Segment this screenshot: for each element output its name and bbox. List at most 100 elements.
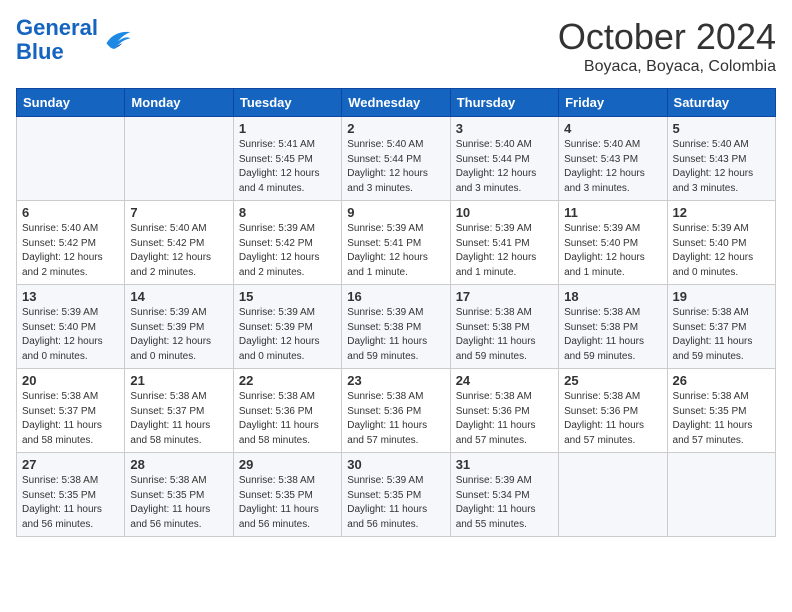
day-number: 12	[673, 205, 770, 220]
calendar-day-cell: 16Sunrise: 5:39 AM Sunset: 5:38 PM Dayli…	[342, 285, 450, 369]
calendar-day-cell: 1 Sunrise: 5:41 AM Sunset: 5:45 PM Daylig…	[233, 117, 341, 201]
calendar-day-cell: 20 Sunrise: 5:38 AM Sunset: 5:37 PM Dayli…	[17, 369, 125, 453]
calendar-day-cell: 12 Sunrise: 5:39 AM Sunset: 5:40 PM Dayli…	[667, 201, 775, 285]
day-detail: Sunrise: 5:38 AM Sunset: 5:35 PM Dayligh…	[239, 474, 336, 532]
day-number: 20	[22, 373, 119, 388]
day-detail: Sunrise: 5:39 AM Sunset: 5:40 PM Dayligh…	[673, 222, 770, 280]
calendar-day-cell: 24 Sunrise: 5:38 AM Sunset: 5:36 PM Dayli…	[450, 369, 558, 453]
day-detail: Sunrise: 5:39 AM Sunset: 5:41 PM Dayligh…	[456, 222, 553, 280]
calendar-day-cell: 11 Sunrise: 5:39 AM Sunset: 5:40 PM Dayli…	[559, 201, 667, 285]
calendar-day-cell	[17, 117, 125, 201]
calendar-day-cell: 4 Sunrise: 5:40 AM Sunset: 5:43 PM Daylig…	[559, 117, 667, 201]
weekday-header-cell: Thursday	[450, 89, 558, 117]
day-number: 15	[239, 289, 336, 304]
weekday-header-cell: Sunday	[17, 89, 125, 117]
day-number: 18	[564, 289, 661, 304]
day-detail: Sunrise: 5:38 AM Sunset: 5:36 PM Dayligh…	[239, 390, 336, 448]
calendar-body: 1 Sunrise: 5:41 AM Sunset: 5:45 PM Daylig…	[17, 117, 776, 537]
day-detail: Sunrise: 5:39 AM Sunset: 5:40 PM Dayligh…	[564, 222, 661, 280]
day-number: 5	[673, 121, 770, 136]
day-detail: Sunrise: 5:38 AM Sunset: 5:37 PM Dayligh…	[22, 390, 119, 448]
day-number: 1	[239, 121, 336, 136]
day-detail: Sunrise: 5:39 AM Sunset: 5:35 PM Dayligh…	[347, 474, 444, 532]
day-detail: Sunrise: 5:38 AM Sunset: 5:36 PM Dayligh…	[564, 390, 661, 448]
day-number: 13	[22, 289, 119, 304]
day-number: 11	[564, 205, 661, 220]
month-title: October 2024	[558, 16, 776, 58]
calendar-day-cell: 7 Sunrise: 5:40 AM Sunset: 5:42 PM Daylig…	[125, 201, 233, 285]
calendar-week-row: 13Sunrise: 5:39 AM Sunset: 5:40 PM Dayli…	[17, 285, 776, 369]
day-detail: Sunrise: 5:40 AM Sunset: 5:44 PM Dayligh…	[456, 138, 553, 196]
day-number: 2	[347, 121, 444, 136]
calendar-day-cell: 30 Sunrise: 5:39 AM Sunset: 5:35 PM Dayli…	[342, 453, 450, 537]
page-header: General Blue October 2024 Boyaca, Boyaca…	[16, 16, 776, 76]
calendar-day-cell	[667, 453, 775, 537]
title-block: October 2024 Boyaca, Boyaca, Colombia	[558, 16, 776, 76]
day-detail: Sunrise: 5:38 AM Sunset: 5:35 PM Dayligh…	[673, 390, 770, 448]
day-number: 30	[347, 457, 444, 472]
day-number: 27	[22, 457, 119, 472]
day-detail: Sunrise: 5:38 AM Sunset: 5:35 PM Dayligh…	[22, 474, 119, 532]
calendar-day-cell: 8Sunrise: 5:39 AM Sunset: 5:42 PM Daylig…	[233, 201, 341, 285]
day-detail: Sunrise: 5:40 AM Sunset: 5:42 PM Dayligh…	[130, 222, 227, 280]
day-detail: Sunrise: 5:38 AM Sunset: 5:35 PM Dayligh…	[130, 474, 227, 532]
day-number: 10	[456, 205, 553, 220]
day-number: 17	[456, 289, 553, 304]
calendar-day-cell: 21Sunrise: 5:38 AM Sunset: 5:37 PM Dayli…	[125, 369, 233, 453]
day-detail: Sunrise: 5:41 AM Sunset: 5:45 PM Dayligh…	[239, 138, 336, 196]
weekday-header-cell: Tuesday	[233, 89, 341, 117]
calendar-table: SundayMondayTuesdayWednesdayThursdayFrid…	[16, 88, 776, 537]
calendar-day-cell: 13Sunrise: 5:39 AM Sunset: 5:40 PM Dayli…	[17, 285, 125, 369]
calendar-week-row: 1 Sunrise: 5:41 AM Sunset: 5:45 PM Daylig…	[17, 117, 776, 201]
day-number: 6	[22, 205, 119, 220]
logo-bird-icon	[100, 26, 132, 54]
day-detail: Sunrise: 5:40 AM Sunset: 5:43 PM Dayligh…	[564, 138, 661, 196]
calendar-week-row: 27 Sunrise: 5:38 AM Sunset: 5:35 PM Dayli…	[17, 453, 776, 537]
calendar-day-cell: 6Sunrise: 5:40 AM Sunset: 5:42 PM Daylig…	[17, 201, 125, 285]
day-detail: Sunrise: 5:39 AM Sunset: 5:34 PM Dayligh…	[456, 474, 553, 532]
calendar-day-cell: 5Sunrise: 5:40 AM Sunset: 5:43 PM Daylig…	[667, 117, 775, 201]
calendar-day-cell: 17 Sunrise: 5:38 AM Sunset: 5:38 PM Dayli…	[450, 285, 558, 369]
location: Boyaca, Boyaca, Colombia	[558, 58, 776, 76]
day-detail: Sunrise: 5:38 AM Sunset: 5:36 PM Dayligh…	[456, 390, 553, 448]
calendar-day-cell: 14 Sunrise: 5:39 AM Sunset: 5:39 PM Dayli…	[125, 285, 233, 369]
calendar-day-cell: 10 Sunrise: 5:39 AM Sunset: 5:41 PM Dayli…	[450, 201, 558, 285]
day-number: 24	[456, 373, 553, 388]
calendar-day-cell: 25 Sunrise: 5:38 AM Sunset: 5:36 PM Dayli…	[559, 369, 667, 453]
day-detail: Sunrise: 5:39 AM Sunset: 5:39 PM Dayligh…	[130, 306, 227, 364]
day-detail: Sunrise: 5:38 AM Sunset: 5:38 PM Dayligh…	[564, 306, 661, 364]
day-number: 21	[130, 373, 227, 388]
day-detail: Sunrise: 5:39 AM Sunset: 5:38 PM Dayligh…	[347, 306, 444, 364]
calendar-day-cell: 15 Sunrise: 5:39 AM Sunset: 5:39 PM Dayli…	[233, 285, 341, 369]
day-number: 7	[130, 205, 227, 220]
calendar-week-row: 6 Sunrise: 5:40 AM Sunset: 5:42 PM Daylig…	[17, 201, 776, 285]
day-number: 3	[456, 121, 553, 136]
calendar-day-cell: 27 Sunrise: 5:38 AM Sunset: 5:35 PM Dayli…	[17, 453, 125, 537]
day-detail: Sunrise: 5:38 AM Sunset: 5:38 PM Dayligh…	[456, 306, 553, 364]
day-number: 14	[130, 289, 227, 304]
calendar-day-cell: 2 Sunrise: 5:40 AM Sunset: 5:44 PM Daylig…	[342, 117, 450, 201]
day-number: 25	[564, 373, 661, 388]
calendar-day-cell: 18 Sunrise: 5:38 AM Sunset: 5:38 PM Dayli…	[559, 285, 667, 369]
day-detail: Sunrise: 5:40 AM Sunset: 5:44 PM Dayligh…	[347, 138, 444, 196]
calendar-week-row: 20 Sunrise: 5:38 AM Sunset: 5:37 PM Dayli…	[17, 369, 776, 453]
day-number: 4	[564, 121, 661, 136]
calendar-day-cell: 3 Sunrise: 5:40 AM Sunset: 5:44 PM Daylig…	[450, 117, 558, 201]
day-number: 26	[673, 373, 770, 388]
weekday-header-cell: Monday	[125, 89, 233, 117]
calendar-day-cell: 28Sunrise: 5:38 AM Sunset: 5:35 PM Dayli…	[125, 453, 233, 537]
day-detail: Sunrise: 5:39 AM Sunset: 5:39 PM Dayligh…	[239, 306, 336, 364]
day-detail: Sunrise: 5:39 AM Sunset: 5:41 PM Dayligh…	[347, 222, 444, 280]
calendar-day-cell: 23Sunrise: 5:38 AM Sunset: 5:36 PM Dayli…	[342, 369, 450, 453]
day-number: 23	[347, 373, 444, 388]
day-number: 22	[239, 373, 336, 388]
calendar-day-cell: 22 Sunrise: 5:38 AM Sunset: 5:36 PM Dayli…	[233, 369, 341, 453]
day-number: 19	[673, 289, 770, 304]
logo-text: General Blue	[16, 16, 98, 64]
weekday-header-row: SundayMondayTuesdayWednesdayThursdayFrid…	[17, 89, 776, 117]
weekday-header-cell: Wednesday	[342, 89, 450, 117]
day-number: 8	[239, 205, 336, 220]
calendar-day-cell: 9Sunrise: 5:39 AM Sunset: 5:41 PM Daylig…	[342, 201, 450, 285]
weekday-header-cell: Friday	[559, 89, 667, 117]
weekday-header-cell: Saturday	[667, 89, 775, 117]
